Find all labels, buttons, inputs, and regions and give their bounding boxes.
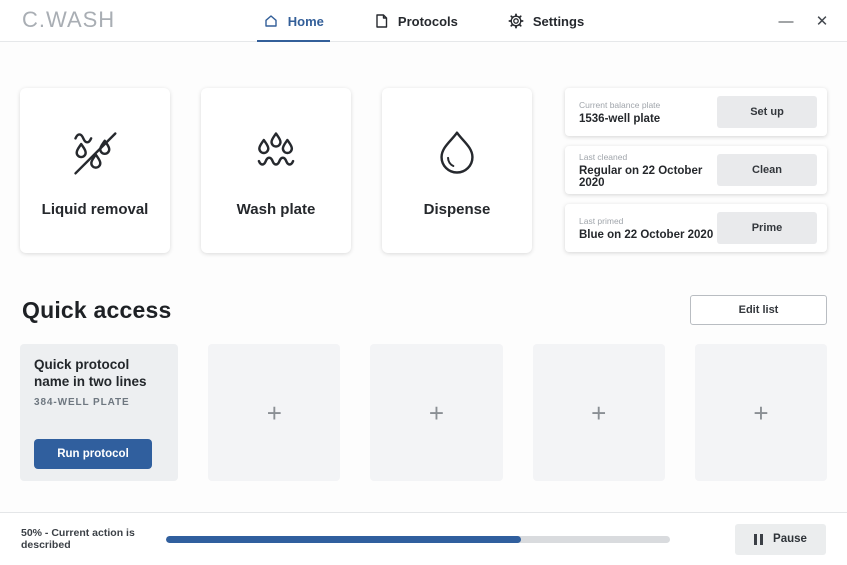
pause-button[interactable]: Pause — [735, 524, 826, 555]
panel-label: Last cleaned — [579, 152, 717, 162]
balance-plate-panel: Current balance plate 1536-well plate Se… — [565, 88, 827, 136]
tab-protocols[interactable]: Protocols — [372, 0, 460, 42]
panel-label: Current balance plate — [579, 100, 717, 110]
progress-footer: 50% - Current action is described Pause — [0, 512, 847, 565]
actions-row: Liquid removal Wash plate Dispense — [20, 88, 827, 253]
quick-access-header: Quick access Edit list — [20, 295, 827, 325]
panel-value: Regular on 22 October 2020 — [579, 165, 717, 189]
panel-value: Blue on 22 October 2020 — [579, 229, 717, 241]
progress-bar — [166, 536, 670, 543]
liquid-removal-card[interactable]: Liquid removal — [20, 88, 170, 253]
main-content: Liquid removal Wash plate Dispense — [0, 88, 847, 481]
pause-icon — [754, 534, 763, 545]
liquid-removal-icon — [69, 123, 121, 179]
main-nav: Home Protocols — [0, 0, 847, 42]
edit-list-button[interactable]: Edit list — [690, 295, 827, 325]
empty-slot-card[interactable]: + — [208, 344, 340, 481]
tab-label: Home — [288, 14, 324, 29]
dispense-card[interactable]: Dispense — [382, 88, 532, 253]
empty-slot-card[interactable]: + — [695, 344, 827, 481]
wash-plate-card[interactable]: Wash plate — [201, 88, 351, 253]
protocol-plate-type: 384-WELL PLATE — [34, 397, 166, 408]
action-label: Dispense — [424, 201, 491, 218]
empty-slot-card[interactable]: + — [533, 344, 665, 481]
plus-icon: + — [267, 400, 282, 426]
prime-button[interactable]: Prime — [717, 212, 817, 244]
panel-label: Last primed — [579, 216, 717, 226]
document-icon — [374, 13, 389, 29]
quick-access-row: Quick protocol name in two lines 384-WEL… — [20, 344, 827, 481]
home-icon — [263, 13, 279, 29]
run-protocol-button[interactable]: Run protocol — [34, 439, 152, 469]
last-cleaned-panel: Last cleaned Regular on 22 October 2020 … — [565, 146, 827, 194]
dispense-icon — [431, 123, 483, 179]
action-label: Wash plate — [237, 201, 316, 218]
panel-value: 1536-well plate — [579, 113, 717, 125]
plus-icon: + — [591, 400, 606, 426]
progress-fill — [166, 536, 521, 543]
window-controls: — ✕ — [777, 0, 831, 42]
quick-protocol-card[interactable]: Quick protocol name in two lines 384-WEL… — [20, 344, 178, 481]
wash-plate-icon — [250, 123, 302, 179]
header: C.WASH Home Protocols — [0, 0, 847, 42]
tab-label: Protocols — [398, 14, 458, 29]
quick-access-title: Quick access — [20, 297, 171, 324]
tab-label: Settings — [533, 14, 584, 29]
pause-label: Pause — [773, 533, 807, 545]
clean-button[interactable]: Clean — [717, 154, 817, 186]
plus-icon: + — [429, 400, 444, 426]
gear-icon — [508, 13, 524, 29]
tab-home[interactable]: Home — [261, 0, 326, 42]
empty-slot-card[interactable]: + — [370, 344, 502, 481]
progress-label: 50% - Current action is described — [21, 527, 153, 551]
minimize-button[interactable]: — — [777, 13, 795, 30]
last-primed-panel: Last primed Blue on 22 October 2020 Prim… — [565, 204, 827, 252]
tab-settings[interactable]: Settings — [506, 0, 586, 42]
close-button[interactable]: ✕ — [813, 12, 831, 30]
status-panels: Current balance plate 1536-well plate Se… — [565, 88, 827, 253]
action-label: Liquid removal — [42, 201, 149, 218]
plus-icon: + — [753, 400, 768, 426]
protocol-name: Quick protocol name in two lines — [34, 357, 166, 391]
set-up-button[interactable]: Set up — [717, 96, 817, 128]
